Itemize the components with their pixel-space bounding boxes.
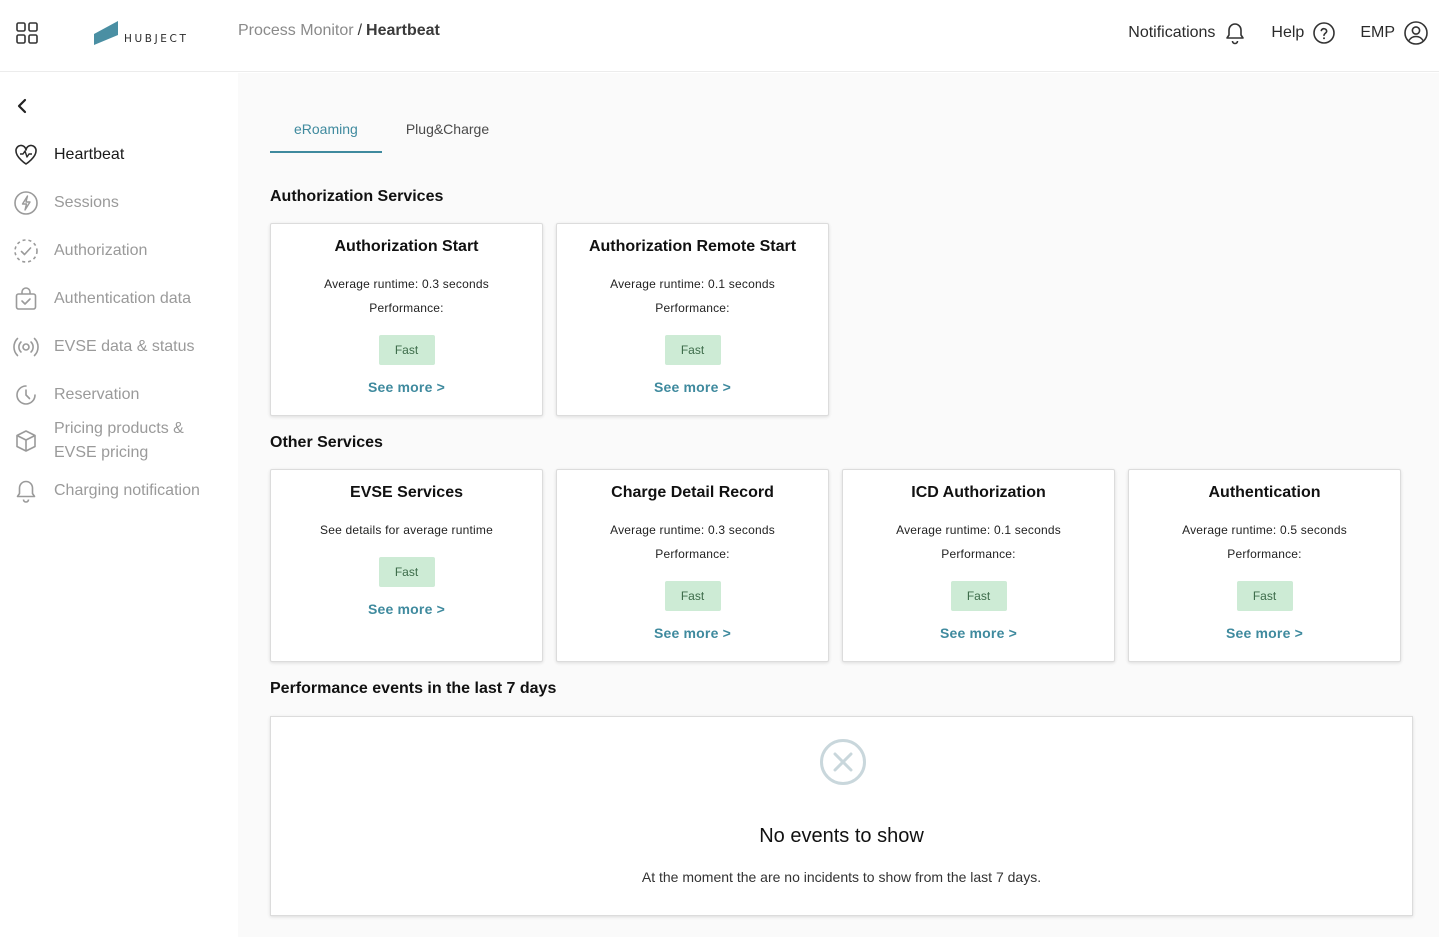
sidebar-item-label: Pricing products & EVSE pricing xyxy=(54,417,184,465)
check-circle-dashed-icon xyxy=(12,237,40,265)
sidebar: Heartbeat Sessions Authorization Authent… xyxy=(0,73,238,937)
sidebar-item-label: Sessions xyxy=(54,194,119,211)
events-panel: No events to show At the moment the are … xyxy=(270,716,1413,916)
status-badge: Fast xyxy=(378,557,435,587)
events-empty-subtitle: At the moment the are no incidents to sh… xyxy=(641,869,1042,885)
apps-grid-icon[interactable] xyxy=(16,22,38,44)
card-performance-label: Performance: xyxy=(655,301,730,315)
heart-pulse-icon xyxy=(12,141,40,169)
help-label: Help xyxy=(1271,24,1305,41)
card-title: EVSE Services xyxy=(350,484,463,501)
card-runtime: Average runtime: 0.3 seconds xyxy=(610,523,775,537)
breadcrumb-separator: / xyxy=(357,22,363,39)
card-performance-label: Performance: xyxy=(655,547,730,561)
card-runtime: Average runtime: 0.1 seconds xyxy=(896,523,1061,537)
card-runtime: Average runtime: 0.1 seconds xyxy=(610,277,775,291)
bell-icon xyxy=(1226,23,1245,45)
card-title: Charge Detail Record xyxy=(611,484,774,501)
collapse-sidebar-chevron-icon[interactable] xyxy=(12,95,34,117)
section-title-events: Performance events in the last 7 days xyxy=(270,680,557,697)
card-performance-label: Performance: xyxy=(369,301,444,315)
status-badge: Fast xyxy=(378,335,435,365)
bell-icon xyxy=(12,477,40,505)
sidebar-item-label: Authentication data xyxy=(54,290,191,307)
section-title-other: Other Services xyxy=(270,434,383,451)
tab-plug-and-charge[interactable]: Plug&Charge xyxy=(382,109,513,153)
help-circle-icon xyxy=(1313,22,1336,44)
see-more-link[interactable]: See more > xyxy=(368,601,445,617)
user-label: EMP xyxy=(1360,24,1395,41)
see-more-link[interactable]: See more > xyxy=(654,625,731,641)
help-button[interactable]: Help xyxy=(1271,21,1336,45)
breadcrumb: Process Monitor / Heartbeat xyxy=(238,22,440,40)
card-title: Authentication xyxy=(1208,484,1321,501)
sidebar-item-sessions[interactable]: Sessions xyxy=(12,189,119,217)
breadcrumb-current: Heartbeat xyxy=(366,22,440,39)
status-badge: Fast xyxy=(664,581,721,611)
card-performance-label: Performance: xyxy=(941,547,1016,561)
lightning-circle-icon xyxy=(12,189,40,217)
see-more-link[interactable]: See more > xyxy=(1226,625,1303,641)
status-badge: Fast xyxy=(950,581,1007,611)
status-badge: Fast xyxy=(664,335,721,365)
status-badge: Fast xyxy=(1236,581,1293,611)
see-more-link[interactable]: See more > xyxy=(940,625,1017,641)
card-icd-authorization: ICD Authorization Average runtime: 0.1 s… xyxy=(842,469,1115,662)
sidebar-item-heartbeat[interactable]: Heartbeat xyxy=(12,141,124,169)
broadcast-icon xyxy=(12,333,40,361)
events-empty-title: No events to show xyxy=(759,825,924,847)
pricing-label-line2: EVSE pricing xyxy=(54,444,149,461)
see-more-link[interactable]: See more > xyxy=(368,379,445,395)
section-title-authorization: Authorization Services xyxy=(270,188,444,205)
card-authentication: Authentication Average runtime: 0.5 seco… xyxy=(1128,469,1401,662)
sidebar-item-evse-data-status[interactable]: EVSE data & status xyxy=(12,333,195,361)
sidebar-item-reservation[interactable]: Reservation xyxy=(12,381,139,409)
card-authorization-remote-start: Authorization Remote Start Average runti… xyxy=(556,223,829,416)
card-evse-services: EVSE Services See details for average ru… xyxy=(270,469,543,662)
card-title: Authorization Remote Start xyxy=(588,238,797,255)
sidebar-item-label: Heartbeat xyxy=(54,146,125,163)
card-runtime: Average runtime: 0.3 seconds xyxy=(324,277,489,291)
see-more-link[interactable]: See more > xyxy=(654,379,731,395)
sidebar-item-charging-notification[interactable]: Charging notification xyxy=(12,477,200,505)
clock-icon xyxy=(12,381,40,409)
tab-eroaming[interactable]: eRoaming xyxy=(270,109,382,153)
notifications-button[interactable]: Notifications xyxy=(1128,21,1247,45)
sidebar-item-label: Reservation xyxy=(54,386,140,403)
card-charge-detail-record: Charge Detail Record Average runtime: 0.… xyxy=(556,469,829,662)
user-menu-button[interactable]: EMP xyxy=(1360,20,1429,46)
card-runtime: See details for average runtime xyxy=(320,523,493,537)
sidebar-item-label: EVSE data & status xyxy=(54,338,195,355)
sidebar-item-pricing-products[interactable]: Pricing products & EVSE pricing xyxy=(12,417,184,465)
card-title: Authorization Start xyxy=(334,238,479,255)
notifications-label: Notifications xyxy=(1128,24,1216,41)
tab-bar: eRoaming Plug&Charge xyxy=(270,109,513,153)
bag-check-icon xyxy=(12,285,40,313)
box-icon xyxy=(12,427,40,455)
card-authorization-start: Authorization Start Average runtime: 0.3… xyxy=(270,223,543,416)
card-performance-label: Performance: xyxy=(1227,547,1302,561)
sidebar-item-label: Authorization xyxy=(54,242,148,259)
card-runtime: Average runtime: 0.5 seconds xyxy=(1182,523,1347,537)
sidebar-item-authorization[interactable]: Authorization xyxy=(12,237,147,265)
no-events-x-circle-icon xyxy=(820,739,866,785)
sidebar-item-authentication-data[interactable]: Authentication data xyxy=(12,285,191,313)
user-circle-icon xyxy=(1404,21,1428,45)
card-title: ICD Authorization xyxy=(911,484,1046,501)
top-header: HUBJECT Process Monitor / Heartbeat Notifi… xyxy=(0,0,1439,72)
logo-text: HUBJECT xyxy=(124,33,189,45)
sidebar-item-label: Charging notification xyxy=(54,482,200,499)
header-actions: Notifications Help EMP xyxy=(1104,18,1429,48)
main-content: eRoaming Plug&Charge Authorization Servi… xyxy=(238,73,1439,937)
pricing-label-line1: Pricing products & xyxy=(54,420,184,437)
breadcrumb-parent[interactable]: Process Monitor xyxy=(238,22,354,39)
